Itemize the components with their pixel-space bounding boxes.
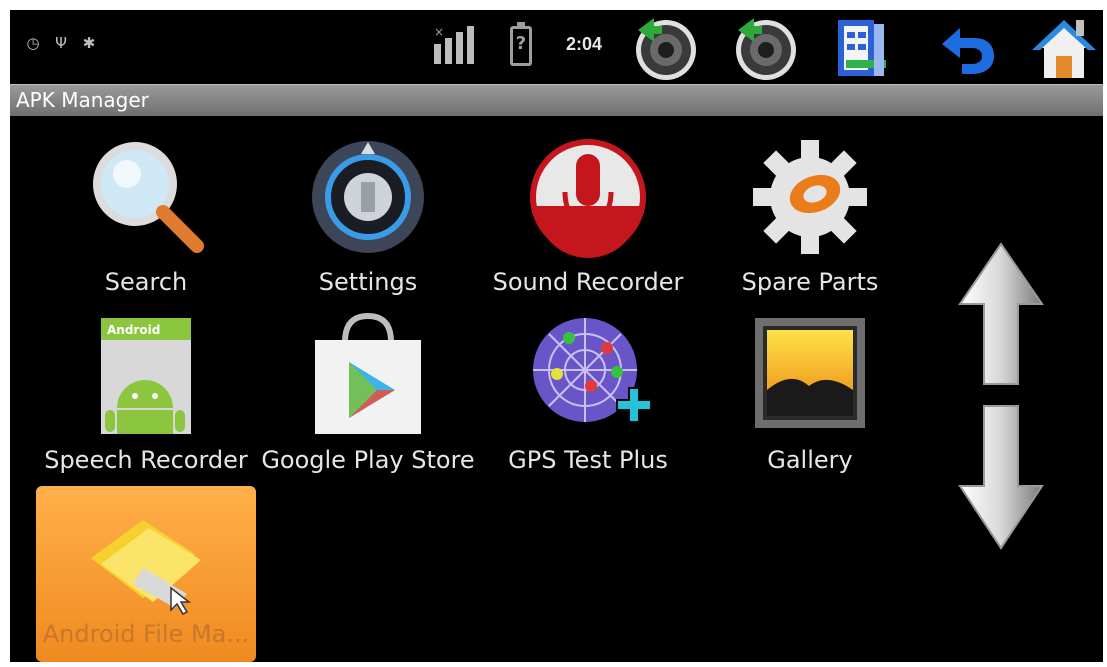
app-label: Search — [104, 268, 188, 296]
svg-text:×: × — [434, 25, 444, 39]
arrow-up-icon — [958, 242, 1044, 385]
app-label: Android File Ma... — [42, 620, 250, 648]
volume-up-button[interactable] — [732, 14, 800, 82]
clock-icon: ◷ — [26, 34, 40, 52]
usb-icon: Ψ — [55, 34, 67, 52]
svg-text:Android: Android — [107, 323, 160, 337]
folder-icon — [91, 520, 201, 615]
microphone-icon — [530, 139, 646, 258]
gps-radar-icon — [533, 318, 651, 423]
app-label: GPS Test Plus — [508, 446, 668, 474]
app-label: Speech Recorder — [44, 446, 248, 474]
android-speech-icon: Android — [101, 318, 191, 434]
app-google-play-store[interactable]: Google Play Store — [258, 312, 478, 482]
page-title: APK Manager — [16, 88, 149, 112]
status-time: 2:04 — [566, 34, 603, 54]
volume-down-button[interactable] — [632, 14, 700, 82]
menu-button[interactable] — [828, 14, 896, 82]
arrow-down-icon — [958, 405, 1044, 550]
settings-knob-icon — [312, 141, 424, 253]
title-bar: APK Manager — [10, 84, 1103, 116]
app-label: Spare Parts — [741, 268, 879, 296]
app-settings[interactable]: Settings — [258, 134, 478, 304]
app-spare-parts[interactable]: Spare Parts — [700, 134, 920, 304]
status-icons: ◷ Ψ ✱ — [24, 34, 98, 52]
home-button[interactable] — [1030, 14, 1098, 82]
app-gallery[interactable]: Gallery — [700, 312, 920, 482]
screen: ◷ Ψ ✱ × ? 2:04 APK Manager Search Settin… — [10, 10, 1103, 662]
app-search[interactable]: Search — [36, 134, 256, 304]
status-bar: ◷ Ψ ✱ × ? 2:04 — [10, 10, 1103, 84]
gear-icon — [753, 140, 867, 254]
scroll-up-button[interactable] — [956, 240, 1046, 390]
app-sound-recorder[interactable]: Sound Recorder — [478, 134, 698, 304]
back-button[interactable] — [934, 14, 1002, 82]
app-label: Sound Recorder — [492, 268, 684, 296]
scroll-down-button[interactable] — [956, 402, 1046, 552]
app-speech-recorder[interactable]: Android Speech Recorder — [36, 312, 256, 482]
gallery-picture-icon — [755, 318, 865, 428]
app-android-file-manager[interactable]: Android File Ma... — [36, 486, 256, 662]
android-debug-icon: ✱ — [82, 34, 96, 52]
battery-status-label: ? — [515, 33, 527, 54]
app-label: Gallery — [767, 446, 853, 474]
magnifier-icon — [93, 142, 204, 253]
signal-icon: × — [434, 25, 474, 64]
battery-icon: ? — [510, 22, 532, 66]
app-gps-test-plus[interactable]: GPS Test Plus — [478, 312, 698, 482]
play-store-bag-icon — [315, 312, 421, 434]
